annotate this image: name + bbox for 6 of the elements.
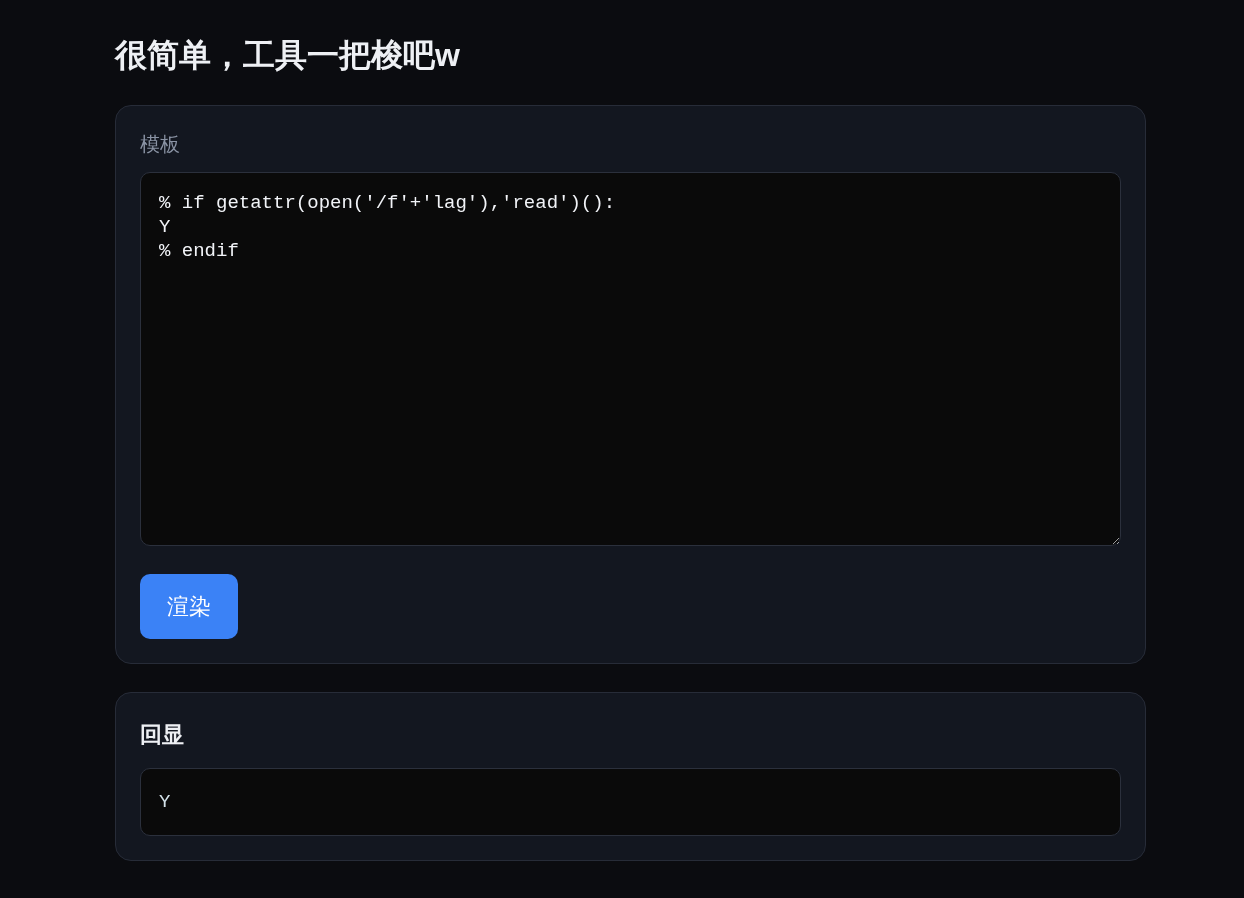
echo-heading: 回显 bbox=[140, 721, 184, 749]
template-label: 模板 bbox=[140, 132, 180, 157]
page-title: 很简单，工具一把梭吧w bbox=[115, 36, 460, 75]
output-panel: Y bbox=[140, 768, 1121, 836]
render-button[interactable]: 渲染 bbox=[140, 574, 238, 639]
template-editor[interactable]: % if getattr(open('/f'+'lag'),'read')(): Y % endif bbox=[140, 172, 1121, 546]
